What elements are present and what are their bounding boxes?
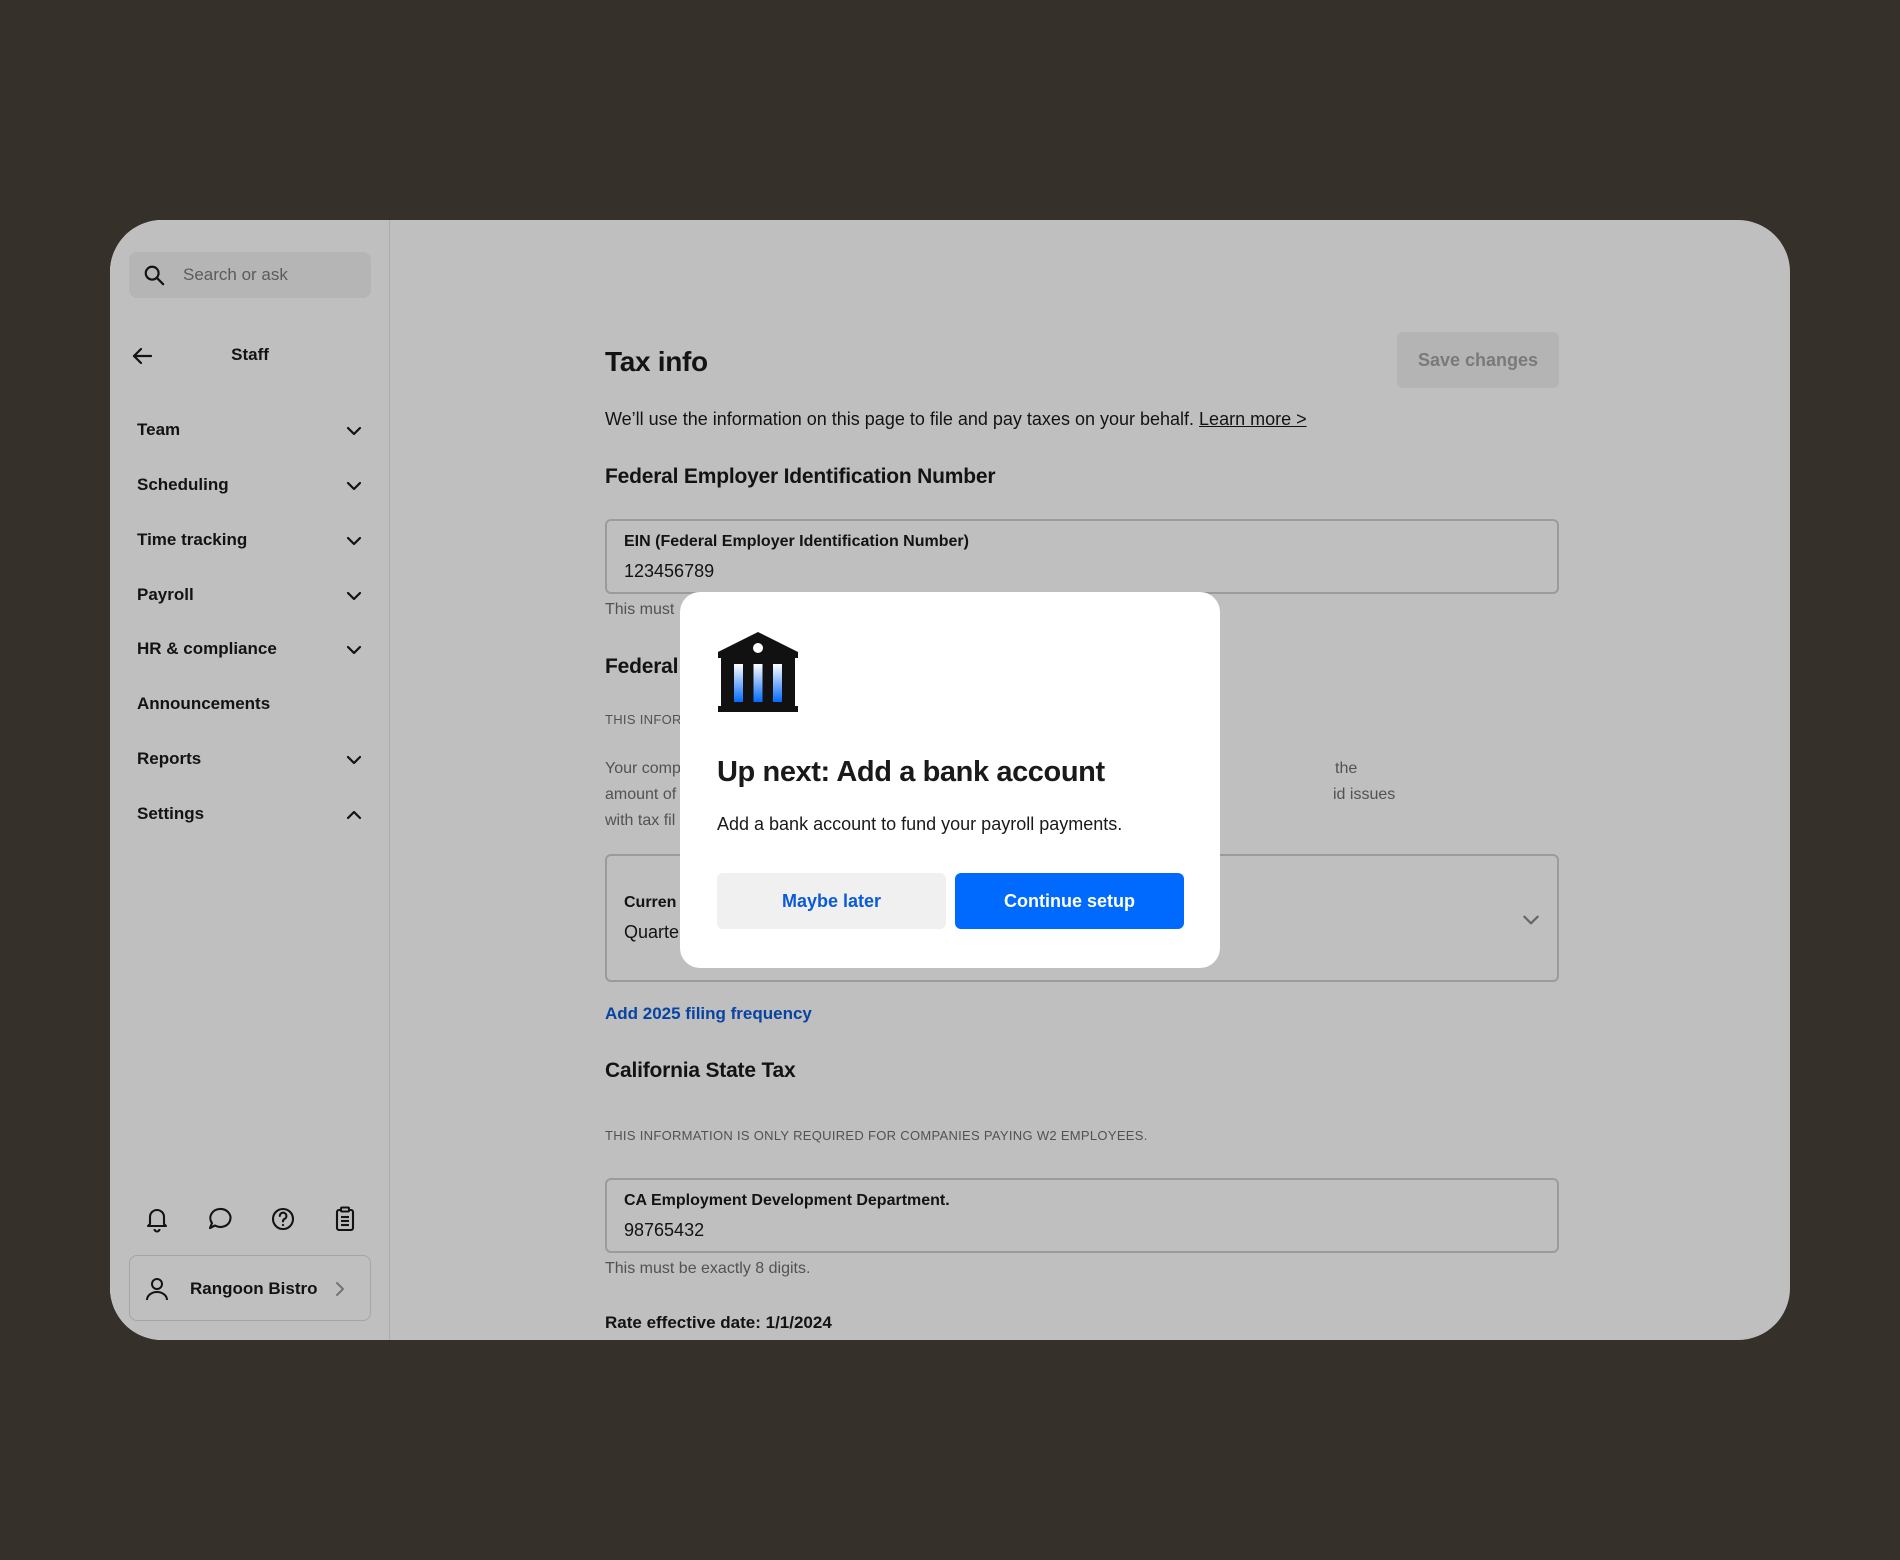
app-window: Search or ask Staff Team Scheduling Time… bbox=[110, 220, 1790, 1340]
modal-text: Add a bank account to fund your payroll … bbox=[717, 814, 1123, 834]
continue-setup-button[interactable]: Continue setup bbox=[955, 873, 1184, 929]
bank-account-modal: Up next: Add a bank account Add a bank a… bbox=[680, 592, 1220, 968]
modal-title: Up next: Add a bank account bbox=[717, 756, 1105, 788]
bank-icon bbox=[718, 632, 798, 712]
maybe-later-button[interactable]: Maybe later bbox=[717, 873, 946, 929]
